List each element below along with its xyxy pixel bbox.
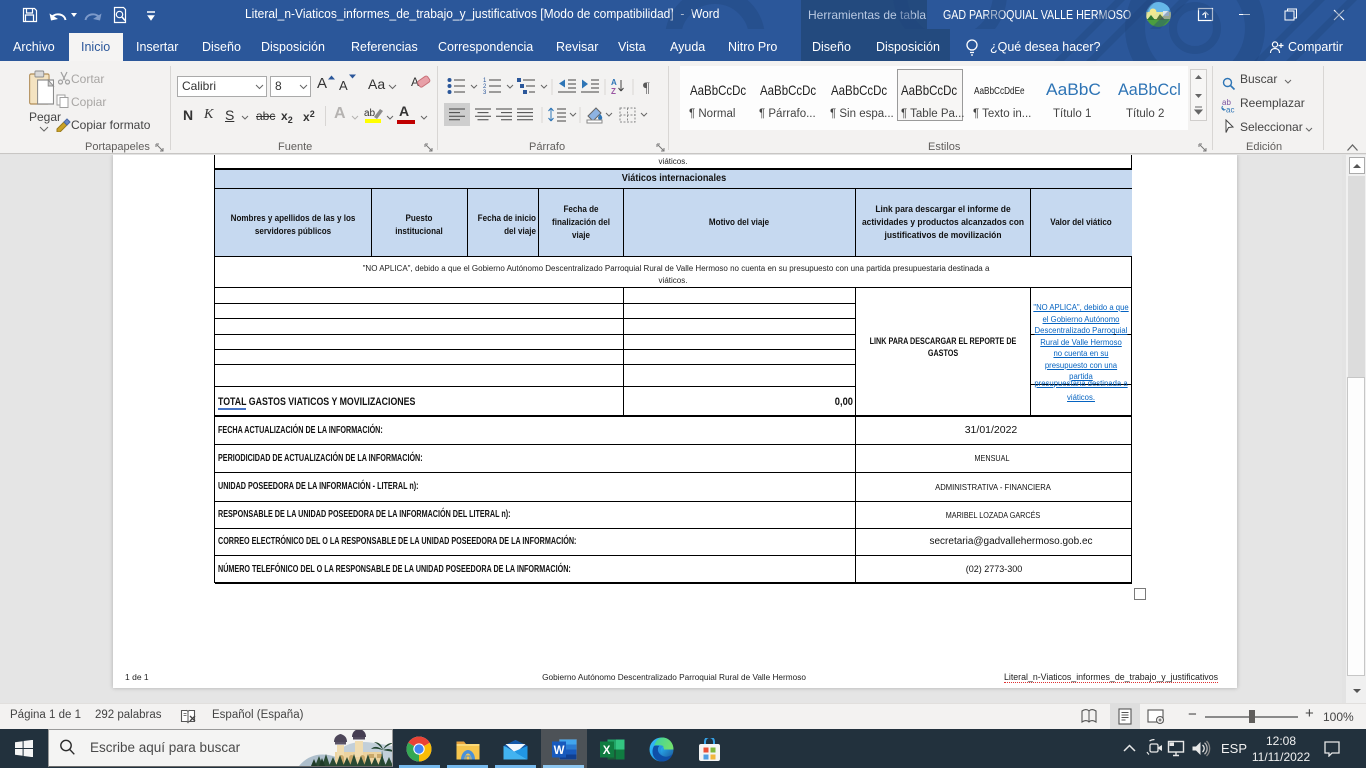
svg-text:W: W <box>554 745 565 757</box>
svg-text:ab: ab <box>364 108 376 119</box>
svg-text:A: A <box>611 78 617 87</box>
svg-text:Z: Z <box>611 87 616 95</box>
svg-text:X: X <box>603 745 611 757</box>
svg-text:3: 3 <box>483 90 487 95</box>
svg-text:ac: ac <box>1226 106 1234 114</box>
svg-text:¶: ¶ <box>643 80 650 95</box>
